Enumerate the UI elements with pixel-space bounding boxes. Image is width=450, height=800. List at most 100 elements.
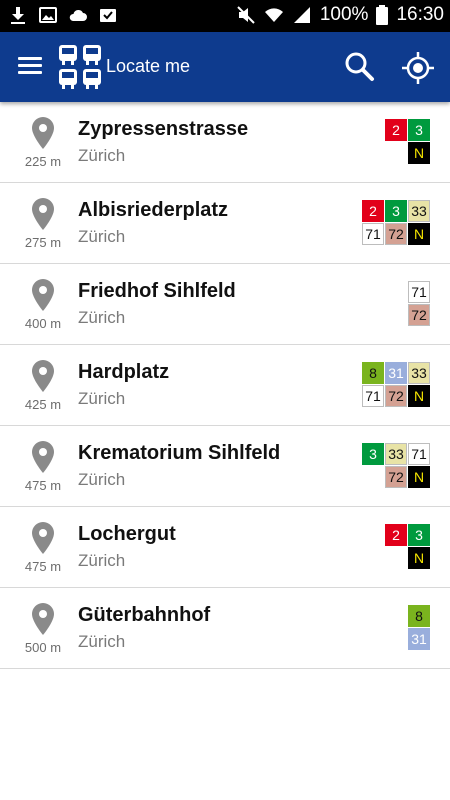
- gps-locate-icon: [402, 52, 434, 84]
- location-pin-icon: [32, 603, 54, 635]
- line-badge-row: 31: [408, 628, 430, 650]
- line-badge: 33: [408, 200, 430, 222]
- line-badge: N: [408, 385, 430, 407]
- stop-distance: 500 m: [24, 640, 62, 655]
- line-badge: 72: [385, 385, 407, 407]
- line-badges: 8 31: [408, 605, 430, 650]
- battery-icon: [376, 5, 389, 25]
- line-badge-row: 8 31 33: [362, 362, 430, 384]
- stop-distance: 225 m: [24, 154, 62, 169]
- line-badge: N: [408, 223, 430, 245]
- line-badge: 2: [362, 200, 384, 222]
- line-badge: 71: [408, 443, 430, 465]
- search-icon: [345, 52, 374, 81]
- tasks-icon: [100, 9, 116, 22]
- location-pin-icon: [32, 198, 54, 230]
- line-badges: 8 31 33 71 72 N: [362, 362, 430, 407]
- line-badge-row: 72: [408, 304, 430, 326]
- line-badge-row: 71: [408, 281, 430, 303]
- line-badge: 71: [362, 223, 384, 245]
- search-button[interactable]: [340, 48, 380, 88]
- stop-distance: 275 m: [24, 235, 62, 250]
- image-icon: [39, 7, 57, 23]
- line-badge: 72: [385, 223, 407, 245]
- transit-logo-icon: [59, 45, 101, 89]
- stop-row[interactable]: 475 m Lochergut Zürich 23N: [0, 507, 450, 588]
- location-pin-icon: [32, 117, 54, 149]
- location-pin-icon: [32, 279, 54, 311]
- stop-name: Lochergut: [78, 523, 176, 545]
- line-badge: 8: [362, 362, 384, 384]
- location-pin-icon: [32, 441, 54, 473]
- stop-row[interactable]: 275 m Albisriederplatz Zürich 2 3 33 71 72 N: [0, 183, 450, 264]
- stop-city: Zürich: [78, 308, 126, 327]
- line-badge: N: [408, 142, 430, 164]
- stop-name: Friedhof Sihlfeld: [78, 280, 236, 302]
- battery-percent: 100%: [319, 4, 369, 25]
- stop-list: 225 m Zypressenstrasse Zürich 23N 275 m …: [0, 102, 450, 669]
- line-badge-row: N: [408, 142, 430, 164]
- stop-row[interactable]: 425 m Hardplatz Zürich 8 31 33 71 72 N: [0, 345, 450, 426]
- app-title: Locate me: [106, 56, 191, 76]
- line-badge: 2: [385, 524, 407, 546]
- line-badge: 31: [408, 628, 430, 650]
- stop-name: Albisriederplatz: [78, 199, 229, 221]
- line-badge-row: 8: [408, 605, 430, 627]
- line-badge: 3: [408, 119, 430, 141]
- stop-city: Zürich: [78, 470, 126, 489]
- stop-name: Hardplatz: [78, 361, 170, 383]
- line-badges: 2 3 33 71 72 N: [362, 200, 430, 245]
- location-pin-icon: [32, 360, 54, 392]
- line-badge: 33: [408, 362, 430, 384]
- stop-city: Zürich: [78, 389, 126, 408]
- line-badges: 23N: [385, 119, 430, 164]
- location-pin-icon: [32, 522, 54, 554]
- stop-distance: 425 m: [24, 397, 62, 412]
- stop-city: Zürich: [78, 632, 126, 651]
- wifi-icon: [264, 8, 283, 22]
- line-badge: 8: [408, 605, 430, 627]
- line-badges: 71 72: [408, 281, 430, 326]
- download-icon: [11, 7, 25, 24]
- menu-button[interactable]: [14, 53, 46, 81]
- line-badge: N: [408, 466, 430, 488]
- line-badge-row: 23: [385, 524, 430, 546]
- app-bar: Locate me: [0, 32, 450, 102]
- line-badge: 72: [408, 304, 430, 326]
- line-badge: 71: [408, 281, 430, 303]
- line-badge: 3: [362, 443, 384, 465]
- stop-city: Zürich: [78, 551, 126, 570]
- line-badge-row: N: [408, 547, 430, 569]
- cloud-icon: [69, 9, 87, 21]
- line-badge: 33: [385, 443, 407, 465]
- stop-row[interactable]: 225 m Zypressenstrasse Zürich 23N: [0, 102, 450, 183]
- line-badge: 31: [385, 362, 407, 384]
- line-badge-row: 2 3 33: [362, 200, 430, 222]
- stop-city: Zürich: [78, 146, 126, 165]
- line-badge: 72: [385, 466, 407, 488]
- stop-distance: 400 m: [24, 316, 62, 331]
- stop-name: Zypressenstrasse: [78, 118, 249, 140]
- line-badge-row: 71 72 N: [362, 223, 430, 245]
- status-bar-notifications: [8, 5, 118, 25]
- line-badge-row: 23: [385, 119, 430, 141]
- stop-row[interactable]: 400 m Friedhof Sihlfeld Zürich 71 72: [0, 264, 450, 345]
- line-badge: 71: [362, 385, 384, 407]
- line-badges: 3 33 71 72 N: [362, 443, 430, 488]
- locate-button[interactable]: [398, 48, 438, 88]
- mute-icon: [237, 6, 255, 24]
- line-badge: 3: [385, 200, 407, 222]
- line-badge-row: 72 N: [385, 466, 430, 488]
- line-badge-row: 3 33 71: [362, 443, 430, 465]
- stop-row[interactable]: 500 m Güterbahnhof Zürich 8 31: [0, 588, 450, 669]
- stop-distance: 475 m: [24, 478, 62, 493]
- stop-row[interactable]: 475 m Krematorium Sihlfeld Zürich 3 33 71 7…: [0, 426, 450, 507]
- status-bar: 100% 16:30: [0, 0, 450, 32]
- status-bar-system: 100% 16:30: [236, 4, 444, 26]
- line-badge: N: [408, 547, 430, 569]
- line-badge-row: 71 72 N: [362, 385, 430, 407]
- line-badge: 3: [408, 524, 430, 546]
- stop-city: Zürich: [78, 227, 126, 246]
- stop-distance: 475 m: [24, 559, 62, 574]
- stop-name: Güterbahnhof: [78, 604, 211, 626]
